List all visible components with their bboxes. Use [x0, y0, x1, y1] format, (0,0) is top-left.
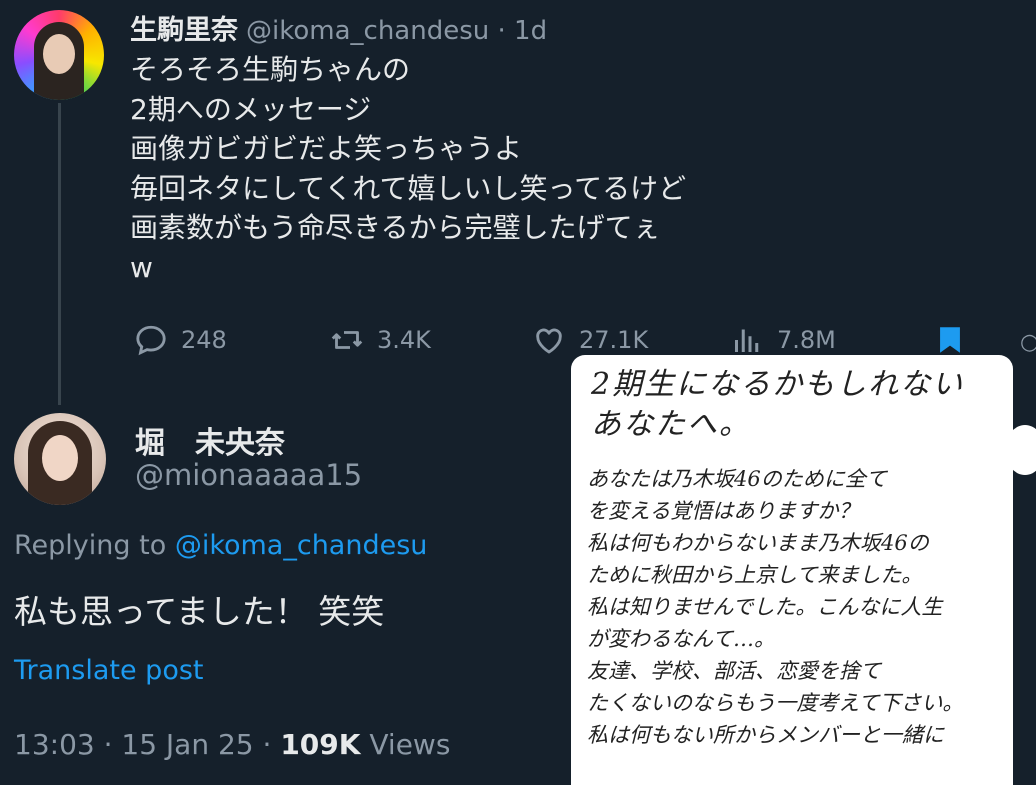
letter-body: あなたは乃木坂46のために全て を変える覚悟はありますか？ 私は何もわからないま…	[587, 463, 963, 751]
tweet-line: 画素数がもう命尽きるから完璧したげてぇ	[130, 211, 661, 244]
reply-author-handle[interactable]: @mionaaaaa15	[135, 458, 362, 492]
reply-timestamp[interactable]: 13:03 · 15 Jan 25 ·	[14, 728, 280, 761]
tweet-line: 2期へのメッセージ	[130, 92, 372, 126]
letter-line: 私は知りませんでした。こんなに人生	[587, 595, 943, 619]
bookmark-icon	[940, 327, 960, 353]
reply-count: 248	[181, 326, 227, 354]
letter-line: 私は何もわからないまま乃木坂46の	[587, 531, 929, 555]
retweet-button[interactable]: 3.4K	[329, 322, 431, 358]
tweet-line: 毎回ネタにしてくれて嬉しいし笑ってるけど	[130, 171, 687, 205]
avatar-face	[42, 435, 78, 481]
letter-line: あなたは乃木坂46のために全て	[587, 467, 887, 491]
attached-letter-image[interactable]: 2期生になるかもしれない あなたへ。 あなたは乃木坂46のために全て を変える覚…	[571, 355, 1013, 785]
tweet-author-handle[interactable]: @ikoma_chandesu	[246, 16, 489, 46]
letter-heading-line: 2期生になるかもしれない	[591, 367, 965, 402]
letter-line: 私は何もない所からメンバーと一緒に	[587, 723, 944, 747]
translate-post-link[interactable]: Translate post	[14, 655, 204, 686]
retweet-count: 3.4K	[377, 326, 431, 354]
reply-views-count: 109K	[280, 728, 361, 761]
tweet-time-ago[interactable]: · 1d	[498, 16, 548, 46]
tweet-text: そろそろ生駒ちゃんの 2期へのメッセージ 画像ガビガビだよ笑っちゃうよ 毎回ネタ…	[130, 50, 686, 287]
more-icon[interactable]: ○	[1020, 330, 1036, 355]
reply-author-name[interactable]: 堀 未央奈	[135, 418, 285, 462]
reply-meta: 13:03 · 15 Jan 25 · 109K Views	[14, 728, 450, 761]
letter-line: 友達、学校、部活、恋愛を捨て	[587, 659, 881, 683]
letter-line: を変える覚悟はありますか？	[587, 499, 860, 523]
thread-line	[58, 103, 61, 405]
replying-to: Replying to @ikoma_chandesu	[14, 530, 427, 561]
tweet-line: w	[130, 250, 153, 284]
view-count: 7.8M	[777, 326, 836, 354]
tweet-line: 画像ガビガビだよ笑っちゃうよ	[130, 132, 523, 165]
letter-line: たくないのならもう一度考えて下さい。	[587, 691, 964, 715]
letter-heading: 2期生になるかもしれない あなたへ。	[591, 365, 964, 445]
views-icon	[735, 329, 759, 352]
letter-line: ために秋田から上京して来ました。	[587, 563, 923, 587]
replying-prefix: Replying to	[14, 530, 175, 561]
avatar-ikoma[interactable]	[14, 10, 104, 100]
tweet-author-name[interactable]: 生駒里奈	[130, 15, 238, 46]
tweet-author-row: 生駒里奈 @ikoma_chandesu · 1d	[130, 8, 547, 47]
like-button[interactable]: 27.1K	[531, 322, 648, 358]
letter-line: が変わるなんて…。	[587, 627, 775, 651]
reply-text: 私も思ってました！ 笑笑	[14, 592, 385, 631]
like-icon	[536, 328, 562, 354]
avatar-face	[43, 34, 75, 74]
views-button[interactable]: 7.8M	[729, 322, 836, 358]
like-count: 27.1K	[579, 326, 649, 354]
avatar-miona[interactable]	[14, 413, 106, 505]
reply-icon	[136, 325, 166, 356]
replying-to-link[interactable]: @ikoma_chandesu	[175, 530, 428, 561]
retweet-icon	[331, 331, 363, 349]
tweet-line: そろそろ生駒ちゃんの	[130, 53, 411, 86]
reply-views-label: Views	[360, 728, 451, 761]
reply-button[interactable]: 248	[133, 322, 227, 358]
letter-heading-line: あなたへ。	[591, 407, 751, 442]
